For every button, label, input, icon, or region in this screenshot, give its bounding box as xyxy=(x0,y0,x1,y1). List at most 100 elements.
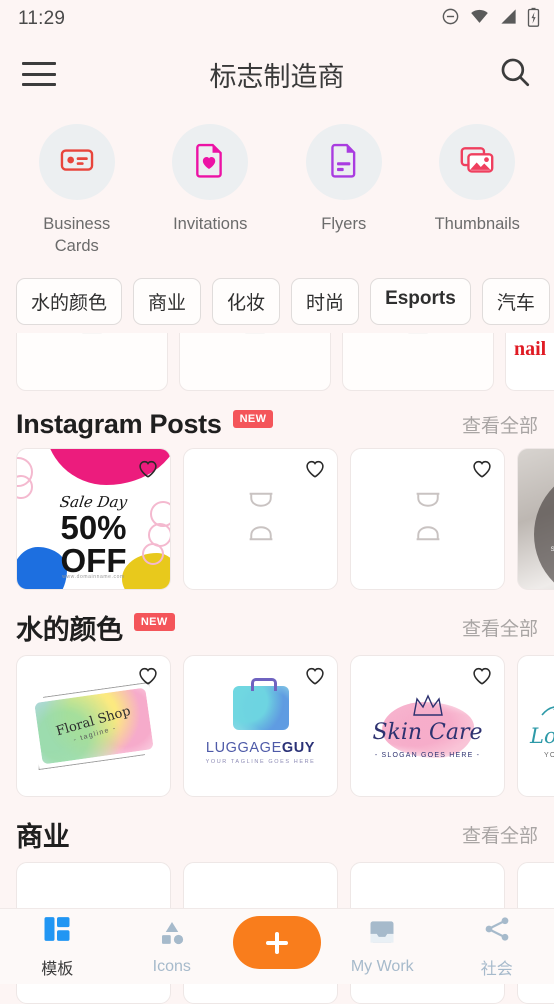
category-chip-bar[interactable]: 水的颜色 商业 化妆 时尚 Esports 汽车 xyxy=(0,264,554,333)
section-title: Instagram Posts xyxy=(16,409,222,440)
nav-item-my-work[interactable]: My Work xyxy=(325,917,440,976)
chip-esports[interactable]: Esports xyxy=(370,278,471,325)
section-header-watercolor: 水的颜色 NEW 查看全部 xyxy=(0,590,554,655)
list-item[interactable] xyxy=(342,333,494,391)
list-item[interactable]: LUGGAGEGUY YOUR TAGLINE GOES HERE xyxy=(183,655,338,797)
category-shortcuts: Business Cards Invitations xyxy=(0,110,554,264)
category-invitations[interactable]: Invitations xyxy=(144,124,278,258)
status-badge: NEW xyxy=(134,613,175,631)
list-item[interactable] xyxy=(16,333,168,391)
status-icons xyxy=(441,7,540,32)
list-item[interactable]: Work Hard Send your message at any time xyxy=(517,448,554,590)
card-overlay-text: Send your message at any time xyxy=(551,546,554,555)
section-title: 水的颜色 xyxy=(16,608,123,647)
wifi-icon xyxy=(469,7,490,31)
card-title: nail xyxy=(514,338,546,361)
category-label: Invitations xyxy=(173,213,247,235)
logo-name: Lorem xyxy=(530,724,554,748)
favorite-heart-icon[interactable] xyxy=(304,665,326,692)
logo-tagline: YOUR TAGLINE GOES HERE xyxy=(206,759,316,765)
category-icon-bg xyxy=(306,124,382,200)
nav-label: 模板 xyxy=(41,955,73,979)
category-label: Flyers xyxy=(321,213,366,235)
favorite-heart-icon[interactable] xyxy=(471,458,493,485)
nav-label: 社会 xyxy=(481,955,513,979)
category-label: Business Cards xyxy=(25,213,129,258)
list-item[interactable]: Sale Day 50% OFF www.domainname.com xyxy=(16,448,171,590)
signal-icon xyxy=(499,7,518,31)
hourglass-icon xyxy=(408,490,448,547)
category-flyers[interactable]: Flyers xyxy=(277,124,411,258)
create-new-button[interactable] xyxy=(233,916,321,969)
invitation-heart-document-icon xyxy=(191,141,229,184)
watercolor-suitcase-icon xyxy=(233,686,289,730)
bottom-navigation: 模板 Icons My Work xyxy=(0,908,554,984)
nav-item-icons[interactable]: Icons xyxy=(115,917,230,976)
hourglass-icon xyxy=(401,333,435,341)
chip-business[interactable]: 商业 xyxy=(133,278,201,325)
category-business-cards[interactable]: Business Cards xyxy=(10,124,144,258)
chip-auto[interactable]: 汽车 xyxy=(482,278,550,325)
nav-item-templates[interactable]: 模板 xyxy=(0,914,115,979)
do-not-disturb-icon xyxy=(441,7,460,31)
section-title: 商业 xyxy=(16,815,69,854)
list-item[interactable]: Lorem YOU xyxy=(517,655,554,797)
card-headline: 50% OFF xyxy=(17,511,170,578)
hourglass-icon xyxy=(75,333,109,341)
chip-fashion[interactable]: 时尚 xyxy=(291,278,359,325)
chip-makeup[interactable]: 化妆 xyxy=(212,278,280,325)
templates-grid-icon xyxy=(42,914,72,949)
favorite-heart-icon[interactable] xyxy=(137,665,159,692)
card-strip-watercolor: Floral Shop - tagline - LUGGAGEGUY YOUR … xyxy=(0,655,554,797)
clipped-card-strip: nail xyxy=(0,333,554,391)
share-nodes-icon xyxy=(482,914,512,949)
status-badge: NEW xyxy=(233,410,274,428)
page-title: 标志制造商 xyxy=(0,55,554,94)
inbox-tray-icon xyxy=(367,917,397,952)
search-icon[interactable] xyxy=(498,55,532,94)
category-icon-bg xyxy=(439,124,515,200)
hourglass-icon xyxy=(241,490,281,547)
logo-tagline: - SLOGAN GOES HERE - xyxy=(351,752,504,759)
battery-charging-icon xyxy=(527,7,540,32)
section-header-instagram: Instagram Posts NEW 查看全部 xyxy=(0,391,554,448)
list-item[interactable]: Skin Care - SLOGAN GOES HERE - xyxy=(350,655,505,797)
see-all-link[interactable]: 查看全部 xyxy=(462,411,538,438)
status-bar: 11:29 xyxy=(0,0,554,38)
list-item[interactable] xyxy=(179,333,331,391)
logo-tagline: YOU xyxy=(544,752,554,759)
nav-label: Icons xyxy=(153,958,191,976)
list-item[interactable] xyxy=(350,448,505,590)
favorite-heart-icon[interactable] xyxy=(471,665,493,692)
app-bar: 标志制造商 xyxy=(0,38,554,110)
list-item[interactable] xyxy=(183,448,338,590)
status-time: 11:29 xyxy=(18,8,65,30)
list-item[interactable]: nail xyxy=(505,333,554,391)
category-icon-bg xyxy=(39,124,115,200)
card-overlay: Work Hard Send your message at any time xyxy=(534,467,554,590)
hourglass-icon xyxy=(238,333,272,341)
nav-label: My Work xyxy=(351,958,414,976)
logo-name: Skin Care xyxy=(351,720,504,745)
flyer-document-icon xyxy=(325,141,363,184)
category-label: Thumbnails xyxy=(435,213,520,235)
list-item[interactable]: Floral Shop - tagline - xyxy=(16,655,171,797)
chip-water-color[interactable]: 水的颜色 xyxy=(16,278,122,325)
category-icon-bg xyxy=(172,124,248,200)
watercolor-diamond-shape: Floral Shop - tagline - xyxy=(34,687,154,764)
card-url: www.domainname.com xyxy=(17,574,170,580)
see-all-link[interactable]: 查看全部 xyxy=(462,821,538,848)
hamburger-menu-icon[interactable] xyxy=(22,62,56,86)
nav-item-social[interactable]: 社会 xyxy=(440,914,554,979)
thumbnails-images-icon xyxy=(458,141,496,184)
business-card-icon xyxy=(58,141,96,184)
section-header-business: 商业 查看全部 xyxy=(0,797,554,862)
favorite-heart-icon[interactable] xyxy=(137,458,159,485)
favorite-heart-icon[interactable] xyxy=(304,458,326,485)
category-thumbnails[interactable]: Thumbnails xyxy=(411,124,545,258)
crown-icon xyxy=(411,692,445,723)
card-strip-instagram: Sale Day 50% OFF www.domainname.com xyxy=(0,448,554,590)
logo-name: LUGGAGEGUY xyxy=(206,740,315,756)
see-all-link[interactable]: 查看全部 xyxy=(462,614,538,641)
shapes-icon xyxy=(157,917,187,952)
